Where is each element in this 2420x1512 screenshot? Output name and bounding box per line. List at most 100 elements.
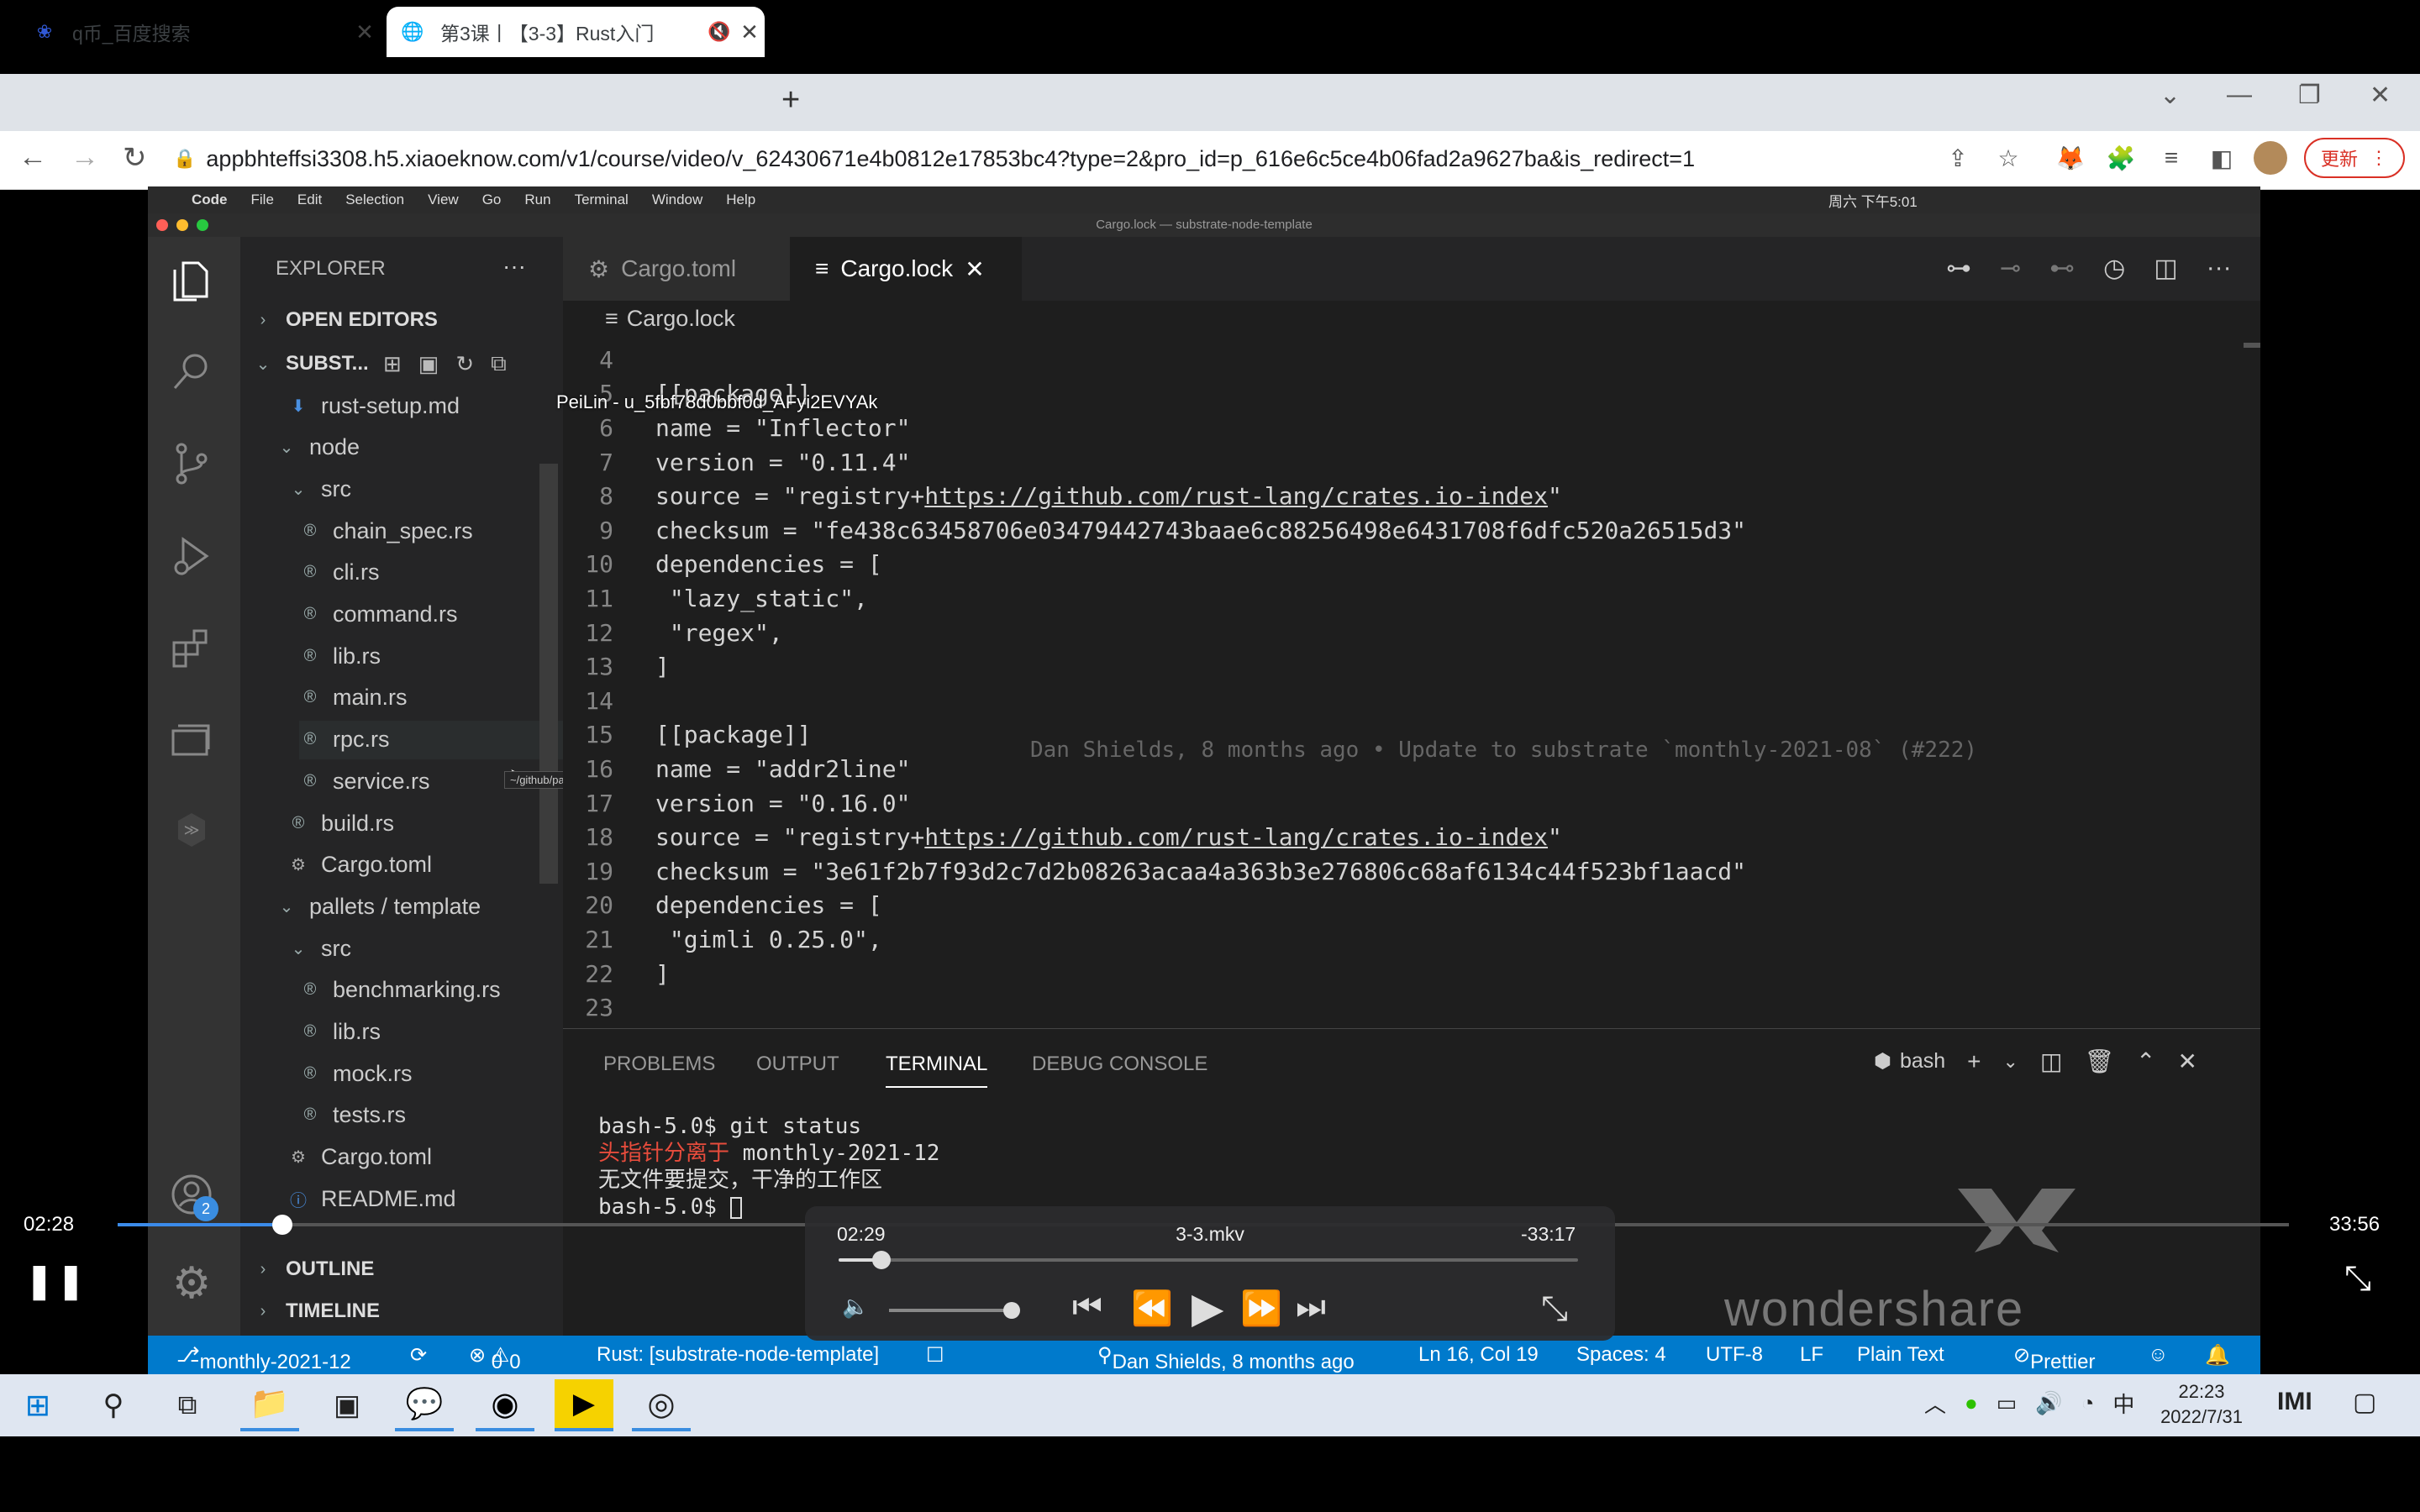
file-tree-item[interactable]: ⌄ pallets / template: [276, 887, 481, 926]
chevron-down-icon[interactable]: ⌄: [2003, 1051, 2018, 1073]
code-line[interactable]: 8 source = "registry+ https://github.com/r…: [563, 479, 1562, 513]
collapse-player-icon[interactable]: ⤡: [1541, 1290, 1568, 1328]
profile-avatar[interactable]: [2254, 141, 2287, 175]
rust-status[interactable]: Rust: [substrate-node-template]: [597, 1343, 879, 1367]
file-tree-item[interactable]: ® tests.rs: [299, 1096, 406, 1135]
editor-scrollbar[interactable]: [2244, 343, 2260, 348]
file-tree-item[interactable]: ® service.rs: [299, 762, 430, 801]
seek-handle[interactable]: [272, 1215, 292, 1235]
code-line[interactable]: 16 name = "addr2line": [563, 752, 910, 786]
file-tree-item[interactable]: ® chain_spec.rs: [299, 512, 473, 550]
new-folder-icon[interactable]: ▣: [418, 351, 439, 377]
language-mode[interactable]: Plain Text: [1857, 1343, 1944, 1367]
split-terminal-icon[interactable]: ◫: [2040, 1047, 2062, 1075]
code-line[interactable]: 11 "lazy_static",: [563, 581, 868, 616]
collapse-all-icon[interactable]: ⧉: [491, 350, 507, 377]
notifications-bell-icon[interactable]: 🔔: [2205, 1343, 2230, 1368]
obs-icon[interactable]: ◎: [632, 1379, 691, 1431]
bookmark-star-icon[interactable]: ☆: [1991, 141, 2025, 175]
volume-slider[interactable]: [889, 1309, 1015, 1312]
file-tree-item[interactable]: ® cli.rs: [299, 554, 380, 592]
tab-search-chevron-icon[interactable]: ⌄: [2160, 81, 2181, 110]
metamask-icon[interactable]: 🦊: [2054, 141, 2087, 175]
run-debug-icon[interactable]: [165, 529, 218, 583]
new-file-icon[interactable]: ⊞: [383, 351, 402, 377]
outline-section[interactable]: › OUTLINE: [252, 1250, 375, 1289]
timeline-history-icon[interactable]: ◷: [2103, 254, 2125, 283]
tray-expand-icon[interactable]: ︿: [1924, 1388, 1946, 1419]
code-line[interactable]: 22]: [563, 957, 670, 991]
code-line[interactable]: 12 "regex",: [563, 616, 782, 650]
task-view-icon[interactable]: ⧉: [158, 1379, 217, 1431]
sync-icon[interactable]: ⟳: [410, 1343, 427, 1368]
git-next-change-icon[interactable]: ⊷: [2049, 254, 2075, 283]
code-line[interactable]: 17 version = "0.16.0": [563, 786, 910, 821]
code-line[interactable]: 15 [[package]]: [563, 718, 811, 753]
code-line[interactable]: 6 name = "Inflector": [563, 411, 910, 445]
volume-handle[interactable]: [1003, 1302, 1020, 1319]
file-tree-item[interactable]: ® build.rs: [287, 804, 394, 843]
blame-status[interactable]: ⚲ Dan Shields, 8 months ago: [1097, 1343, 1355, 1373]
browser-tab-course[interactable]: 🌐 第3课丨【3-3】Rust入门 🔇 ✕: [387, 7, 765, 57]
file-tree-item[interactable]: ® command.rs: [299, 596, 458, 634]
close-tab-icon[interactable]: ✕: [734, 19, 765, 45]
cursor-position[interactable]: Ln 16, Col 19: [1418, 1343, 1539, 1367]
code-link[interactable]: https://github.com/rust-lang/crates.io-i…: [924, 482, 1548, 510]
file-tree-item[interactable]: ® lib.rs: [299, 1013, 381, 1052]
taskbar-clock[interactable]: 22:23 2022/7/31: [2151, 1379, 2252, 1430]
file-tree-item[interactable]: ⓘ README.md: [287, 1179, 456, 1218]
code-line[interactable]: 7 version = "0.11.4": [563, 445, 910, 480]
speaker-icon[interactable]: 🔊: [2035, 1390, 2062, 1416]
restore-button[interactable]: ❐: [2298, 81, 2321, 110]
code-line[interactable]: 4: [563, 343, 655, 377]
wechat-icon[interactable]: 💬: [395, 1379, 454, 1431]
more-actions-icon[interactable]: ···: [502, 247, 526, 286]
windows-start-icon[interactable]: ⊞: [8, 1379, 67, 1431]
file-tree-item[interactable]: ⚙ Cargo.toml: [287, 1138, 432, 1177]
file-tree-item[interactable]: ⚙ Cargo.toml: [287, 846, 432, 885]
ime-indicator[interactable]: 中: [2112, 1388, 2134, 1419]
tab-problems[interactable]: PROBLEMS: [603, 1053, 715, 1076]
close-tab-icon[interactable]: ✕: [350, 19, 380, 45]
share-icon[interactable]: ⇪: [1941, 141, 1975, 175]
code-line[interactable]: 19 checksum = "3e61f2b7f93d2c7d2b08263aca…: [563, 854, 1746, 889]
code-line[interactable]: 20 dependencies = [: [563, 889, 881, 923]
update-button[interactable]: 更新 ⋮: [2304, 138, 2405, 178]
code-line[interactable]: 10 dependencies = [: [563, 548, 881, 582]
mini-seek-handle[interactable]: [872, 1251, 891, 1269]
new-terminal-icon[interactable]: +: [1967, 1048, 1981, 1075]
code-line[interactable]: 18 source = "registry+ https://github.com/…: [563, 820, 1562, 854]
side-panel-icon[interactable]: ◧: [2205, 141, 2238, 175]
mini-seek-bar[interactable]: [839, 1258, 1578, 1262]
notification-center-icon[interactable]: ▢: [2353, 1388, 2376, 1417]
file-tree-item[interactable]: ® main.rs: [299, 679, 408, 717]
extensions-icon[interactable]: [165, 622, 218, 675]
file-tree-item[interactable]: ⬇ rust-setup.md: [287, 386, 460, 425]
mute-tab-icon[interactable]: 🔇: [704, 21, 734, 43]
git-commit-icon[interactable]: ⊸: [2000, 254, 2021, 283]
prettier-status[interactable]: ⊘ Prettier: [2013, 1343, 2095, 1373]
reading-list-icon[interactable]: ≡: [2154, 141, 2188, 175]
file-tree-item[interactable]: ⌄ src: [287, 929, 351, 968]
close-window-button[interactable]: ✕: [2370, 81, 2391, 110]
terminal-output[interactable]: bash-5.0$ git status 头指针分离于 monthly-2021…: [598, 1113, 939, 1221]
close-tab-icon[interactable]: ✕: [965, 255, 984, 283]
file-tree-item[interactable]: ® lib.rs: [299, 637, 381, 675]
tab-cargo-toml[interactable]: ⚙ Cargo.toml: [563, 237, 790, 301]
timeline-section[interactable]: › TIMELINE: [252, 1292, 380, 1331]
chrome-icon[interactable]: ◉: [476, 1379, 534, 1431]
search-icon[interactable]: ⚲: [84, 1379, 143, 1431]
back-button[interactable]: ←: [18, 141, 47, 174]
git-previous-change-icon[interactable]: ⊶: [1946, 254, 1971, 283]
skip-forward-icon[interactable]: ⏭: [1296, 1289, 1326, 1326]
maximize-panel-icon[interactable]: ⌃: [2136, 1047, 2155, 1075]
terminal-shell-label[interactable]: bash: [1900, 1049, 1945, 1074]
code-line[interactable]: 9 checksum = "fe438c63458706e03479442743b…: [563, 513, 1746, 548]
file-tree-item[interactable]: ⌄ node: [276, 428, 360, 467]
explorer-files-icon[interactable]: [165, 254, 218, 307]
file-tree-item[interactable]: ® mock.rs: [299, 1054, 413, 1093]
trash-icon[interactable]: 🗑: [2084, 1047, 2114, 1075]
encoding[interactable]: UTF-8: [1706, 1343, 1763, 1367]
breadcrumb[interactable]: ≡ Cargo.lock: [605, 306, 735, 332]
manage-gear-icon[interactable]: ⚙: [165, 1257, 218, 1310]
